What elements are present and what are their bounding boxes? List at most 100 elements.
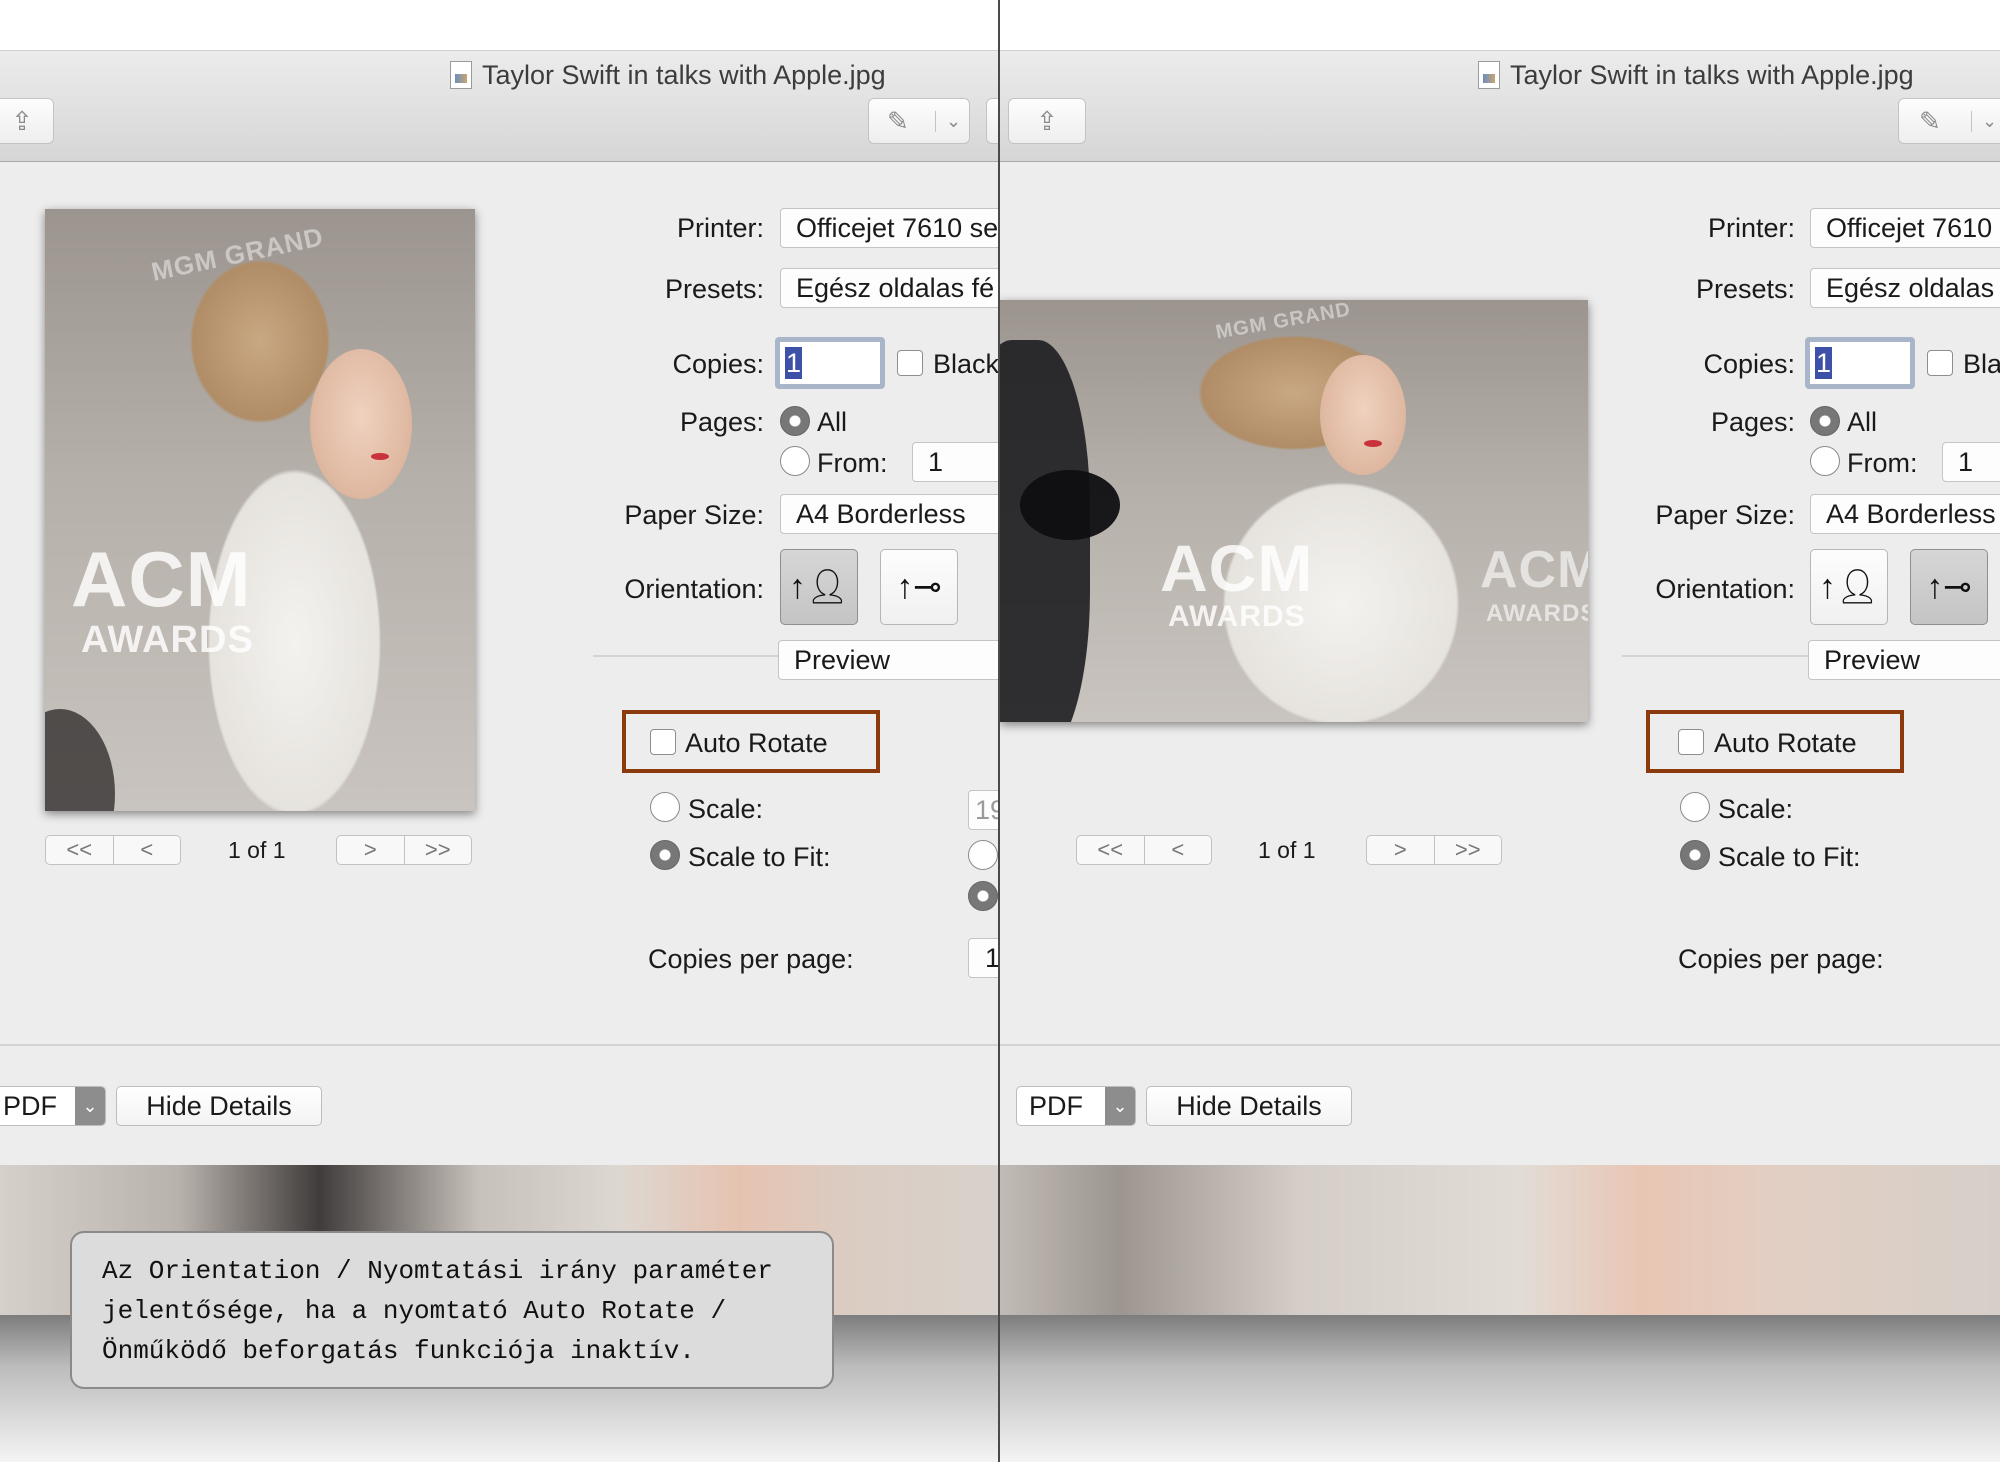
markup-button[interactable]: ✎ ⌄ bbox=[868, 98, 970, 144]
logo-awards-text-2: AWARDS bbox=[1486, 600, 1588, 627]
fit-option-radio-1[interactable] bbox=[968, 840, 998, 870]
orientation-portrait-button[interactable]: ↑👤︎ bbox=[780, 549, 858, 625]
scale-radio[interactable] bbox=[650, 792, 680, 822]
pager-forward-group: > >> bbox=[336, 835, 472, 865]
section-select[interactable]: Preview bbox=[778, 640, 998, 680]
printer-select[interactable]: Officejet 7610 bbox=[1810, 208, 2000, 248]
first-page-button[interactable]: << bbox=[46, 836, 113, 864]
presets-select[interactable]: Egész oldalas bbox=[1810, 268, 2000, 308]
face bbox=[1320, 355, 1406, 475]
landscape-person-icon: ↑⊸ bbox=[1926, 568, 1972, 606]
first-page-button[interactable]: << bbox=[1077, 836, 1144, 864]
black-white-checkbox[interactable] bbox=[1927, 350, 1953, 376]
portrait-person-icon: ↑👤︎ bbox=[788, 568, 850, 606]
markup-button[interactable]: ✎ ⌄ bbox=[1898, 98, 2000, 144]
background-fade bbox=[1000, 1315, 2000, 1462]
scale-radio[interactable] bbox=[1680, 792, 1710, 822]
image-file-icon bbox=[450, 61, 472, 89]
pdf-label: PDF bbox=[3, 1090, 57, 1121]
chevron-down-icon: ⌄ bbox=[75, 1087, 105, 1125]
last-page-button[interactable]: >> bbox=[403, 836, 472, 864]
presets-select[interactable]: Egész oldalas fé bbox=[780, 268, 998, 308]
pages-from-radio[interactable] bbox=[780, 446, 810, 476]
hide-details-button[interactable]: Hide Details bbox=[1146, 1086, 1352, 1126]
logo-brand-text: MGM GRAND bbox=[148, 221, 327, 287]
chevron-down-icon[interactable]: ⌄ bbox=[1971, 110, 1997, 132]
scale-input[interactable]: 19 bbox=[968, 790, 998, 830]
share-button[interactable]: ⇪ bbox=[1008, 98, 1086, 144]
scale-to-fit-radio[interactable] bbox=[1680, 840, 1710, 870]
portrait-person-icon: ↑👤︎ bbox=[1818, 568, 1880, 606]
markup-pen-icon: ✎ bbox=[1919, 105, 1941, 136]
copies-label: Copies: bbox=[672, 349, 764, 379]
next-page-button[interactable]: > bbox=[1367, 836, 1434, 864]
black-white-checkbox[interactable] bbox=[897, 350, 923, 376]
orientation-portrait-button[interactable]: ↑👤︎ bbox=[1810, 549, 1888, 625]
section-select[interactable]: Preview bbox=[1808, 640, 2000, 680]
pdf-label: PDF bbox=[1029, 1090, 1083, 1121]
lips bbox=[1364, 440, 1382, 447]
print-preview-image: MGM GRAND ACM AWARDS ACM AWARDS bbox=[1000, 300, 1588, 722]
logo-awards-text: AWARDS bbox=[81, 619, 254, 661]
pages-all-radio[interactable] bbox=[1810, 406, 1840, 436]
printer-label: Printer: bbox=[676, 213, 764, 243]
copies-per-page-input[interactable]: 1 bbox=[968, 938, 998, 978]
print-dialog-landscape: Taylor Swift in talks with Apple.jpg ⇪ ✎… bbox=[1000, 0, 2000, 1462]
background-photo bbox=[1000, 1165, 2000, 1315]
pdf-menu-button[interactable]: PDF ⌄ bbox=[0, 1086, 106, 1126]
pages-from-radio[interactable] bbox=[1810, 446, 1840, 476]
window-title-text: Taylor Swift in talks with Apple.jpg bbox=[482, 59, 886, 90]
copies-input[interactable]: 1 bbox=[1805, 337, 1915, 389]
caption-box: Az Orientation / Nyomtatási irány paramé… bbox=[70, 1231, 834, 1389]
printer-select[interactable]: Officejet 7610 se bbox=[780, 208, 998, 248]
blurred-camera bbox=[1020, 470, 1120, 540]
copies-value: 1 bbox=[1815, 347, 1833, 379]
previous-page-button[interactable]: < bbox=[112, 836, 181, 864]
window-title-text: Taylor Swift in talks with Apple.jpg bbox=[1510, 59, 1914, 90]
face bbox=[310, 349, 412, 499]
orientation-label: Orientation: bbox=[624, 574, 764, 604]
fit-option-radio-2[interactable] bbox=[968, 881, 998, 911]
last-page-button[interactable]: >> bbox=[1433, 836, 1502, 864]
scale-label: Scale: bbox=[688, 794, 764, 824]
auto-rotate-checkbox[interactable] bbox=[650, 729, 676, 755]
paper-size-label: Paper Size: bbox=[624, 500, 764, 530]
orientation-landscape-button[interactable]: ↑⊸ bbox=[880, 549, 958, 625]
window-title: Taylor Swift in talks with Apple.jpg bbox=[450, 55, 886, 95]
orientation-landscape-button[interactable]: ↑⊸ bbox=[1910, 549, 1988, 625]
share-button[interactable]: ⇪ bbox=[0, 98, 54, 144]
scale-label: Scale: bbox=[1718, 794, 1794, 824]
page-indicator: 1 of 1 bbox=[1258, 837, 1316, 863]
logo-awards-text: AWARDS bbox=[1168, 600, 1306, 633]
printer-label: Printer: bbox=[1707, 213, 1795, 243]
chevron-down-icon: ⌄ bbox=[1105, 1087, 1135, 1125]
pages-label: Pages: bbox=[1710, 407, 1795, 437]
copies-input[interactable]: 1 bbox=[775, 337, 885, 389]
pages-all-radio[interactable] bbox=[780, 406, 810, 436]
logo-brand-text: MGM GRAND bbox=[1214, 300, 1353, 344]
markup-pen-icon: ✎ bbox=[887, 105, 909, 136]
auto-rotate-checkbox[interactable] bbox=[1678, 729, 1704, 755]
copies-label: Copies: bbox=[1703, 349, 1795, 379]
logo-acm-text: ACM bbox=[1160, 531, 1314, 605]
hide-details-button[interactable]: Hide Details bbox=[116, 1086, 322, 1126]
toolbar-button-partial[interactable] bbox=[986, 98, 998, 144]
pager-forward-group: > >> bbox=[1366, 835, 1502, 865]
previous-page-button[interactable]: < bbox=[1143, 836, 1212, 864]
pages-from-input[interactable]: 1 bbox=[912, 442, 998, 482]
paper-size-select[interactable]: A4 Borderless bbox=[1810, 494, 2000, 534]
pages-from-input[interactable]: 1 bbox=[1942, 442, 2000, 482]
chevron-down-icon[interactable]: ⌄ bbox=[935, 110, 961, 132]
copies-per-page-label: Copies per page: bbox=[648, 944, 854, 974]
scale-to-fit-label: Scale to Fit: bbox=[1718, 842, 1861, 872]
black-white-label: Bla bbox=[1963, 349, 2000, 379]
next-page-button[interactable]: > bbox=[337, 836, 404, 864]
copies-per-page-label: Copies per page: bbox=[1678, 944, 1884, 974]
pdf-menu-button[interactable]: PDF ⌄ bbox=[1016, 1086, 1136, 1126]
paper-size-select[interactable]: A4 Borderless bbox=[780, 494, 998, 534]
share-icon: ⇪ bbox=[1036, 105, 1058, 136]
presets-label: Presets: bbox=[664, 274, 764, 304]
paper-size-label: Paper Size: bbox=[1655, 500, 1795, 530]
copies-value: 1 bbox=[785, 347, 803, 379]
scale-to-fit-radio[interactable] bbox=[650, 840, 680, 870]
